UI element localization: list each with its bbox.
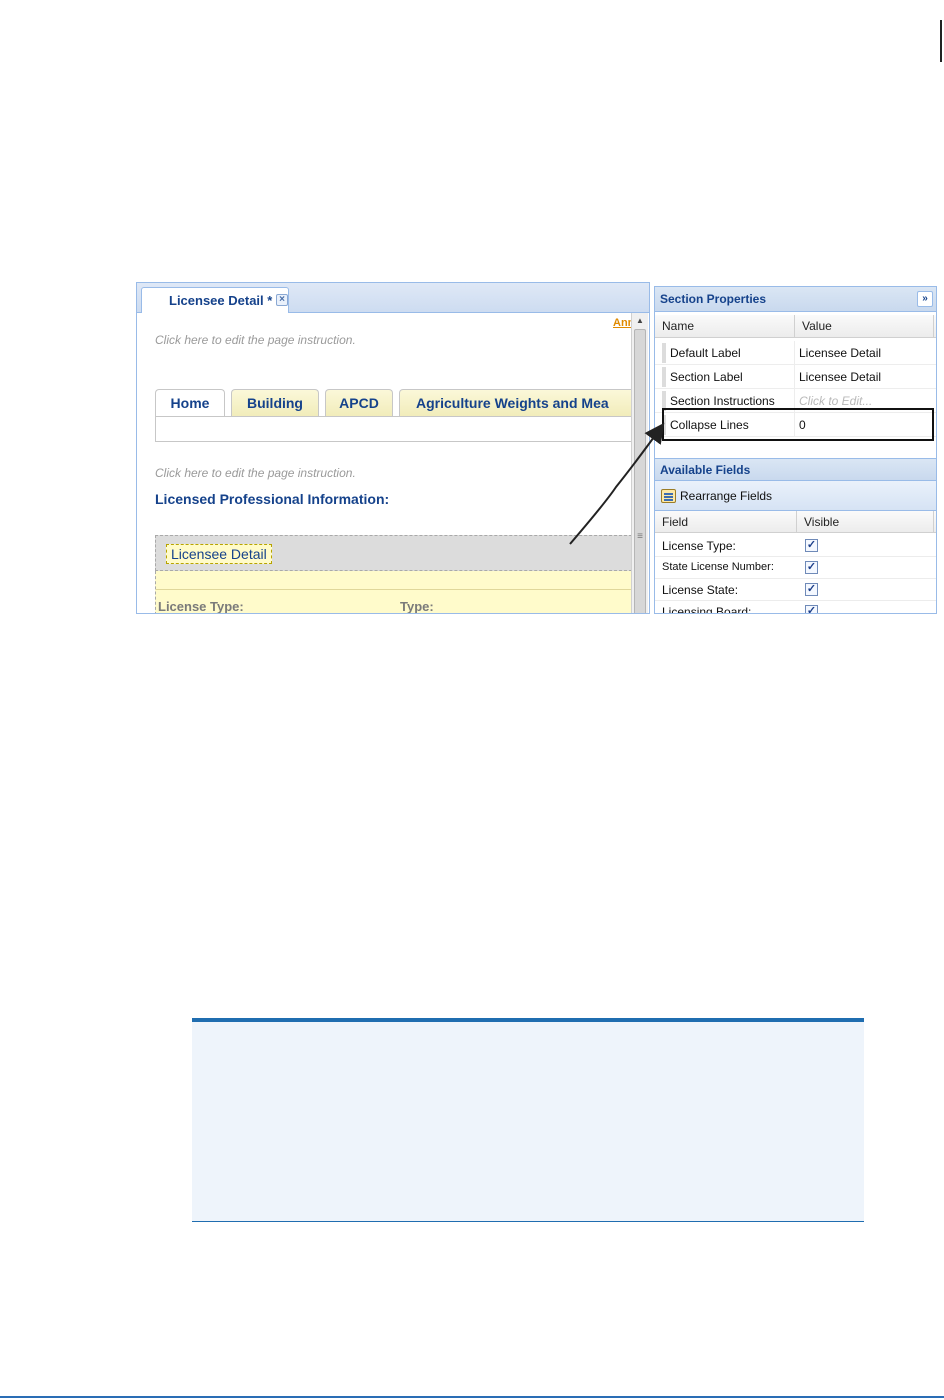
property-row[interactable]: Default Label Licensee Detail	[655, 341, 936, 365]
section-properties-header: Section Properties »	[655, 287, 936, 312]
rearrange-label: Rearrange Fields	[680, 489, 773, 503]
document-tabstrip: Licensee Detail * ×	[137, 283, 649, 313]
field-name: License State:	[662, 583, 739, 597]
fields-grid-header: Field Visible	[655, 511, 936, 533]
field-row[interactable]: License Type: ✓	[655, 535, 936, 557]
collapse-icon[interactable]: »	[917, 291, 933, 307]
field-row[interactable]: License State: ✓	[655, 579, 936, 601]
field-label-license-type[interactable]: License Type:	[158, 599, 244, 613]
panel-title: Available Fields	[660, 463, 751, 477]
footer-rule	[0, 1396, 944, 1398]
page-tabs: Home Building APCD Agriculture Weights a…	[155, 389, 635, 417]
visible-checkbox[interactable]: ✓	[805, 583, 818, 596]
field-name: State License Number:	[662, 561, 774, 573]
visible-checkbox[interactable]: ✓	[805, 561, 818, 574]
column-header-field[interactable]: Field	[655, 511, 797, 533]
field-label-type[interactable]: Type:	[400, 599, 434, 613]
visible-checkbox[interactable]: ✓	[805, 605, 818, 613]
property-name: Default Label	[670, 346, 741, 360]
field-name: License Type:	[662, 539, 736, 553]
tab-agriculture[interactable]: Agriculture Weights and Mea	[399, 389, 635, 417]
section-fields-area: License Type: Type:	[155, 571, 638, 613]
page-designer-panel: Licensee Detail * × Ann Click here to ed…	[136, 282, 650, 614]
field-row[interactable]: State License Number: ✓	[655, 557, 936, 579]
close-icon[interactable]: ×	[276, 294, 288, 306]
divider	[794, 365, 795, 389]
page-edge-mark	[940, 20, 942, 62]
divider	[156, 589, 638, 590]
property-name: Section Instructions	[670, 394, 775, 408]
visible-checkbox[interactable]: ✓	[805, 539, 818, 552]
rearrange-icon	[661, 489, 676, 503]
tab-licensee-detail[interactable]: Licensee Detail * ×	[141, 287, 289, 313]
property-value[interactable]: Licensee Detail	[799, 346, 881, 360]
collapse-lines-highlight	[662, 408, 934, 441]
panel-title: Section Properties	[660, 292, 767, 306]
field-row[interactable]: Licensing Board: ✓	[655, 601, 936, 614]
tab-apcd[interactable]: APCD	[325, 389, 393, 417]
rearrange-fields-button[interactable]: Rearrange Fields	[655, 481, 936, 511]
grip-icon: ≡	[637, 531, 643, 542]
property-row[interactable]: Section Label Licensee Detail	[655, 365, 936, 389]
column-header-name[interactable]: Name	[655, 315, 795, 338]
section-heading: Licensed Professional Information:	[155, 491, 390, 507]
tab-home[interactable]: Home	[155, 389, 225, 417]
property-name: Section Label	[670, 370, 743, 384]
tab-content-area	[155, 416, 641, 442]
vertical-scrollbar[interactable]: ▲ ≡	[631, 313, 648, 613]
column-header-visible[interactable]: Visible	[797, 511, 934, 533]
properties-grid-header: Name Value	[655, 315, 936, 338]
tab-building[interactable]: Building	[231, 389, 319, 417]
section-header-bar[interactable]: Licensee Detail	[155, 535, 637, 571]
note-callout	[192, 1018, 864, 1222]
property-value[interactable]: Licensee Detail	[799, 370, 881, 384]
section-label[interactable]: Licensee Detail	[166, 544, 272, 564]
row-handle	[662, 343, 666, 363]
doc-tab-label: Licensee Detail *	[169, 293, 273, 308]
page-instruction-top[interactable]: Click here to edit the page instruction.	[155, 333, 356, 347]
scroll-up-icon[interactable]: ▲	[632, 313, 648, 329]
divider	[794, 341, 795, 365]
section-properties-panel: Section Properties » Name Value Default …	[654, 286, 937, 614]
column-header-value[interactable]: Value	[795, 315, 934, 338]
field-name: Licensing Board:	[662, 605, 752, 614]
available-fields-header: Available Fields	[655, 458, 936, 481]
scroll-thumb[interactable]: ≡	[634, 329, 646, 613]
property-value[interactable]: Click to Edit...	[799, 394, 872, 408]
screenshot-frame: Licensee Detail * × Ann Click here to ed…	[136, 282, 941, 614]
page-instruction-lower[interactable]: Click here to edit the page instruction.	[155, 466, 356, 480]
row-handle	[662, 367, 666, 387]
